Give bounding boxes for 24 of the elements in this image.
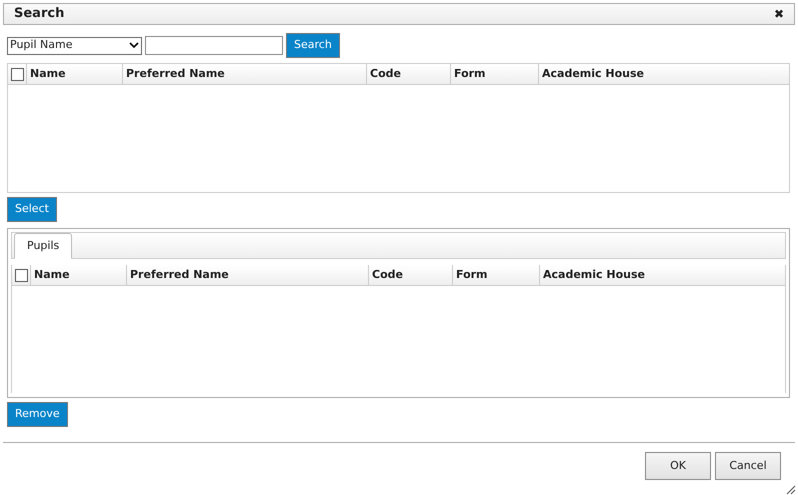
select-all-checkbox[interactable]	[14, 268, 28, 282]
search-input[interactable]	[145, 36, 283, 55]
window-title: Search	[14, 5, 64, 24]
column-header[interactable]: Name	[27, 64, 123, 84]
ok-button[interactable]: OK	[645, 452, 711, 480]
field-dropdown[interactable]: Pupil Name	[7, 36, 142, 54]
column-header[interactable]: Code	[369, 265, 453, 285]
column-header[interactable]: Preferred Name	[123, 64, 367, 84]
column-header[interactable]: Form	[451, 64, 539, 84]
resize-grip-icon[interactable]	[785, 484, 796, 495]
column-header[interactable]: Code	[367, 64, 451, 84]
select-all-checkbox[interactable]	[10, 68, 24, 80]
close-button[interactable]: ✖	[774, 8, 784, 20]
column-header[interactable]: Academic House	[540, 265, 785, 285]
column-header[interactable]: Form	[453, 265, 540, 285]
search-button[interactable]: Search	[286, 33, 340, 58]
select-button[interactable]: Select	[7, 197, 57, 222]
column-header[interactable]: Name	[31, 265, 127, 285]
chevron-icon	[129, 42, 139, 49]
column-header[interactable]: Preferred Name	[127, 265, 369, 285]
column-header[interactable]: Academic House	[539, 64, 789, 84]
tab[interactable]: Pupils	[14, 233, 72, 259]
remove-button[interactable]: Remove	[7, 402, 68, 427]
cancel-button[interactable]: Cancel	[715, 452, 781, 480]
